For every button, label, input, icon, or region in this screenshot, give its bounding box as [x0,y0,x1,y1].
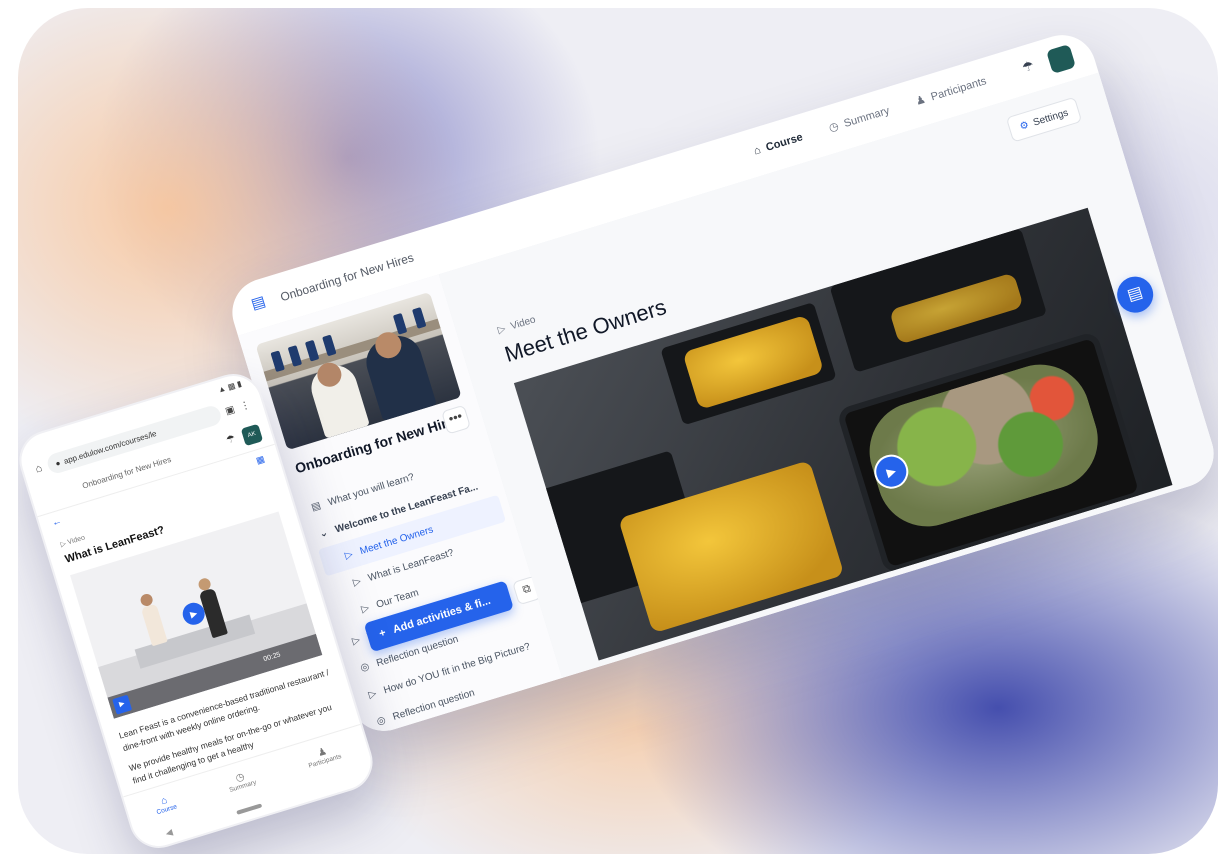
play-icon: ▷ [351,575,363,589]
home-icon: ⌂ [752,143,763,158]
video-time: 00:25 [262,651,282,664]
play-icon: ▷ [59,540,68,549]
play-icon: ▷ [496,323,507,337]
lock-icon: ● [54,457,62,468]
play-icon: ▷ [343,548,355,562]
calendar-icon[interactable]: ▦ [255,454,266,467]
play-icon: ▷ [359,602,371,615]
gear-icon: ⚙ [1018,119,1031,133]
chat-support-icon[interactable]: ▤ [1112,272,1158,318]
tab-label: Summary [842,104,891,130]
tabs-icon[interactable]: ▣ [224,404,236,417]
plus-icon: + [377,626,388,641]
status-bar: ▲ ▩ ▮ [216,378,243,395]
tab-label: Course [764,130,805,154]
menu-icon[interactable]: ⋮ [239,399,252,412]
tab-course[interactable]: ⌂ Course [153,793,178,816]
system-back-icon[interactable]: ◀ [164,827,174,840]
avatar[interactable] [1046,44,1077,74]
chat-icon: ◎ [375,714,387,728]
play-icon: ▷ [367,687,378,701]
activity-type-text: Video [509,314,537,333]
tab-participants[interactable]: ♟ Participants [914,74,988,108]
app-logo-icon[interactable]: ▤ [249,293,269,313]
notification-bell-icon[interactable]: ☂ [225,433,237,446]
activity-type-text: Video [66,534,86,547]
main-content: ⚙ Settings ▷ Video Meet the Owners ▶ ▤ [438,72,1218,678]
tab-course[interactable]: ⌂ Course [752,130,804,157]
back-arrow-icon[interactable]: ← [51,516,64,529]
home-icon[interactable]: ⌂ [34,462,44,475]
activity-type-label: ▷ Video [60,533,86,548]
settings-button[interactable]: ⚙ Settings [1005,96,1083,143]
avatar[interactable]: AK [240,423,264,447]
clock-icon: ◷ [827,120,841,135]
tab-participants[interactable]: ♟ Participants [305,743,343,769]
settings-label: Settings [1031,107,1070,129]
chevron-down-icon: ⌄ [318,526,330,540]
tablet-device: ▤ Onboarding for New Hires ⌂ Course ◷ Su… [223,26,1218,740]
sidebar-item-label: Our Team [374,586,420,611]
video-player[interactable]: ▶ [513,207,1173,661]
book-icon: ▤ [309,499,323,514]
home-pill[interactable] [236,803,263,815]
tab-summary[interactable]: ◷ Summary [225,769,258,794]
tab-summary[interactable]: ◷ Summary [827,104,891,135]
notification-bell-icon[interactable]: ☂ [1020,58,1036,77]
people-icon: ♟ [914,93,928,109]
play-icon: ▷ [350,634,362,647]
chat-icon: ◎ [359,660,371,674]
background-stage: ▤ Onboarding for New Hires ⌂ Course ◷ Su… [18,8,1218,854]
tab-label: Participants [929,74,988,103]
play-pause-button[interactable]: ▶ [112,694,133,715]
